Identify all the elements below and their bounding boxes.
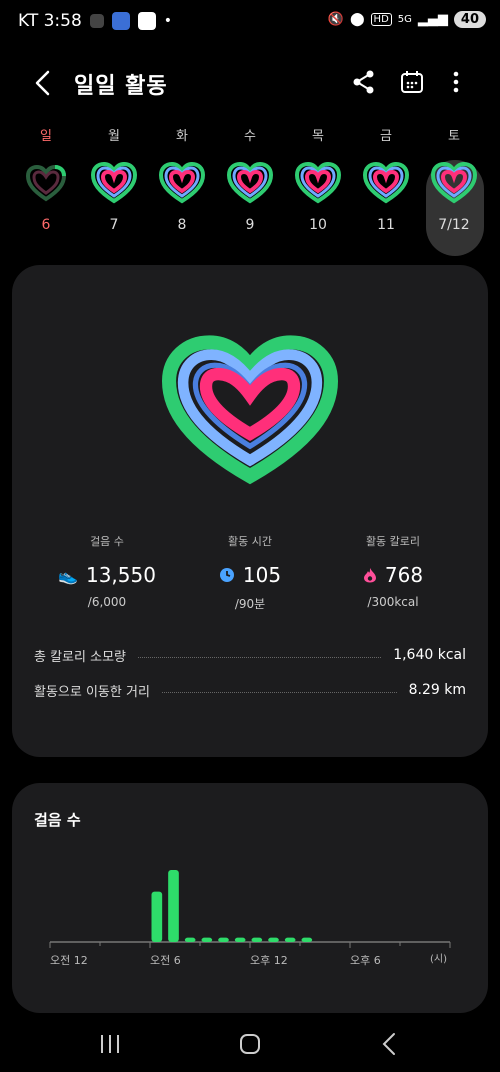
steps-bar-hour-7 — [168, 870, 179, 942]
steps-value-row: 👟 13,550 — [32, 563, 182, 587]
day-date: 9 — [245, 217, 255, 233]
app-badge-icon — [111, 12, 130, 30]
day-date: 6 — [41, 217, 51, 233]
day-3[interactable]: 수9 — [218, 125, 282, 233]
steps-bar-hour-9 — [201, 937, 213, 942]
location-icon: ⬤ — [349, 12, 365, 27]
steps-bar-hour-8 — [184, 937, 196, 942]
status-time: KT 3:58 — [18, 11, 82, 31]
active-time-value-row: 105 — [175, 563, 325, 587]
status-bar-right: 🔇 ⬤ HD 5G ▂▄▆ 40 — [328, 11, 486, 28]
steps-bar-hour-15 — [301, 937, 313, 942]
distance-label: 활동으로 이동한 거리 — [34, 684, 150, 700]
more-notifications-dot: • — [163, 13, 173, 29]
day-activity-heart-icon — [362, 161, 410, 204]
app-notification-icon — [89, 14, 104, 28]
app-header: 일일 활동 — [0, 58, 500, 108]
hd-icon: HD — [370, 13, 392, 26]
calendar-icon[interactable] — [398, 68, 426, 96]
total-calories-value: 1,640 kcal — [393, 647, 466, 663]
day-activity-heart-icon — [294, 161, 342, 204]
flame-icon — [363, 568, 376, 583]
day-2[interactable]: 화8 — [150, 125, 214, 233]
active-time-value: 105 — [242, 563, 282, 587]
shoe-icon: 👟 — [58, 565, 78, 585]
back-nav-icon[interactable] — [370, 1030, 410, 1058]
steps-bar-hour-10 — [218, 937, 229, 942]
steps-bar-hour-13 — [268, 937, 279, 942]
share-icon[interactable] — [350, 68, 378, 96]
active-calories-metric[interactable]: 활동 칼로리 768 /300kcal — [318, 533, 468, 609]
dotted-leader — [138, 656, 382, 658]
back-arrow-icon[interactable] — [28, 68, 58, 98]
day-activity-heart-icon — [25, 164, 67, 202]
day-date: 8 — [177, 217, 187, 233]
x-axis-label: 오후 12 — [250, 954, 288, 967]
x-axis-unit: (시) — [430, 953, 447, 965]
active-time-label: 활동 시간 — [228, 535, 272, 548]
page-title: 일일 활동 — [74, 74, 168, 99]
day-activity-heart-icon — [90, 161, 138, 204]
active-calories-label: 활동 칼로리 — [365, 535, 421, 548]
active-calories-value-row: 768 — [318, 563, 468, 587]
steps-bar-hour-6 — [151, 891, 163, 942]
x-axis-label: 오전 6 — [150, 954, 181, 967]
day-label: 월 — [108, 129, 120, 144]
day-4[interactable]: 목 10 — [286, 125, 350, 233]
steps-value: 13,550 — [85, 563, 156, 587]
day-label: 화 — [176, 129, 188, 144]
day-date: 11 — [377, 217, 395, 233]
steps-bar-hour-11 — [234, 937, 246, 942]
distance-row: 활동으로 이동한 거리 8.29 km — [34, 679, 466, 701]
x-axis-label: 오전 12 — [50, 954, 88, 967]
steps-bar-hour-12 — [251, 937, 263, 942]
steps-chart-card[interactable]: 걸음 수 오전 12 오전 6 오후 12 오후 6 (시) — [12, 783, 488, 1013]
daily-summary-card: 걸음 수 👟 13,550 /6,000 활동 시간 105 /90분 활동 칼… — [12, 265, 488, 757]
day-date: 7 — [109, 217, 119, 233]
home-icon[interactable] — [230, 1030, 270, 1058]
day-label: 수 — [244, 129, 256, 144]
steps-label: 걸음 수 — [90, 535, 124, 548]
day-6[interactable]: 토 7/12 — [422, 125, 486, 233]
day-label: 목 — [312, 129, 324, 144]
day-activity-heart-icon — [226, 161, 274, 204]
status-bar-left: KT 3:58 • — [18, 11, 172, 31]
day-label: 토 — [448, 129, 460, 144]
dotted-leader — [161, 691, 397, 693]
active-time-metric[interactable]: 활동 시간 105 /90분 — [175, 533, 325, 612]
day-activity-heart-icon — [430, 161, 478, 204]
more-options-icon[interactable] — [442, 68, 470, 96]
active-calories-goal: /300kcal — [367, 595, 419, 609]
day-5[interactable]: 금 11 — [354, 125, 418, 233]
day-activity-heart-icon — [158, 161, 206, 204]
signal-icon: ▂▄▆ — [417, 12, 448, 27]
recent-apps-icon[interactable] — [90, 1030, 130, 1058]
steps-goal: /6,000 — [87, 595, 127, 609]
x-axis-label: 오후 6 — [350, 954, 381, 967]
distance-value: 8.29 km — [408, 682, 466, 698]
day-date: 7/12 — [438, 217, 470, 233]
day-1[interactable]: 월7 — [82, 125, 146, 233]
total-calories-label: 총 칼로리 소모량 — [34, 649, 126, 665]
battery-indicator: 40 — [453, 11, 486, 28]
total-calories-row: 총 칼로리 소모량 1,640 kcal — [34, 644, 466, 666]
network-icon: 5G — [397, 14, 412, 25]
day-label: 금 — [380, 129, 392, 144]
activity-heart-rings — [162, 335, 338, 485]
active-calories-value: 768 — [384, 563, 424, 587]
day-date: 10 — [309, 217, 327, 233]
steps-bar-hour-14 — [284, 937, 296, 942]
clock-icon — [219, 568, 234, 582]
day-label: 일 — [40, 129, 52, 144]
steps-bar-chart: 오전 12 오전 6 오후 12 오후 6 (시) — [49, 870, 451, 967]
steps-metric[interactable]: 걸음 수 👟 13,550 /6,000 — [32, 533, 182, 609]
app-card-icon — [137, 12, 156, 30]
active-time-goal: /90분 — [234, 597, 266, 611]
day-0[interactable]: 일6 — [14, 125, 78, 233]
mute-icon: 🔇 — [327, 12, 344, 27]
